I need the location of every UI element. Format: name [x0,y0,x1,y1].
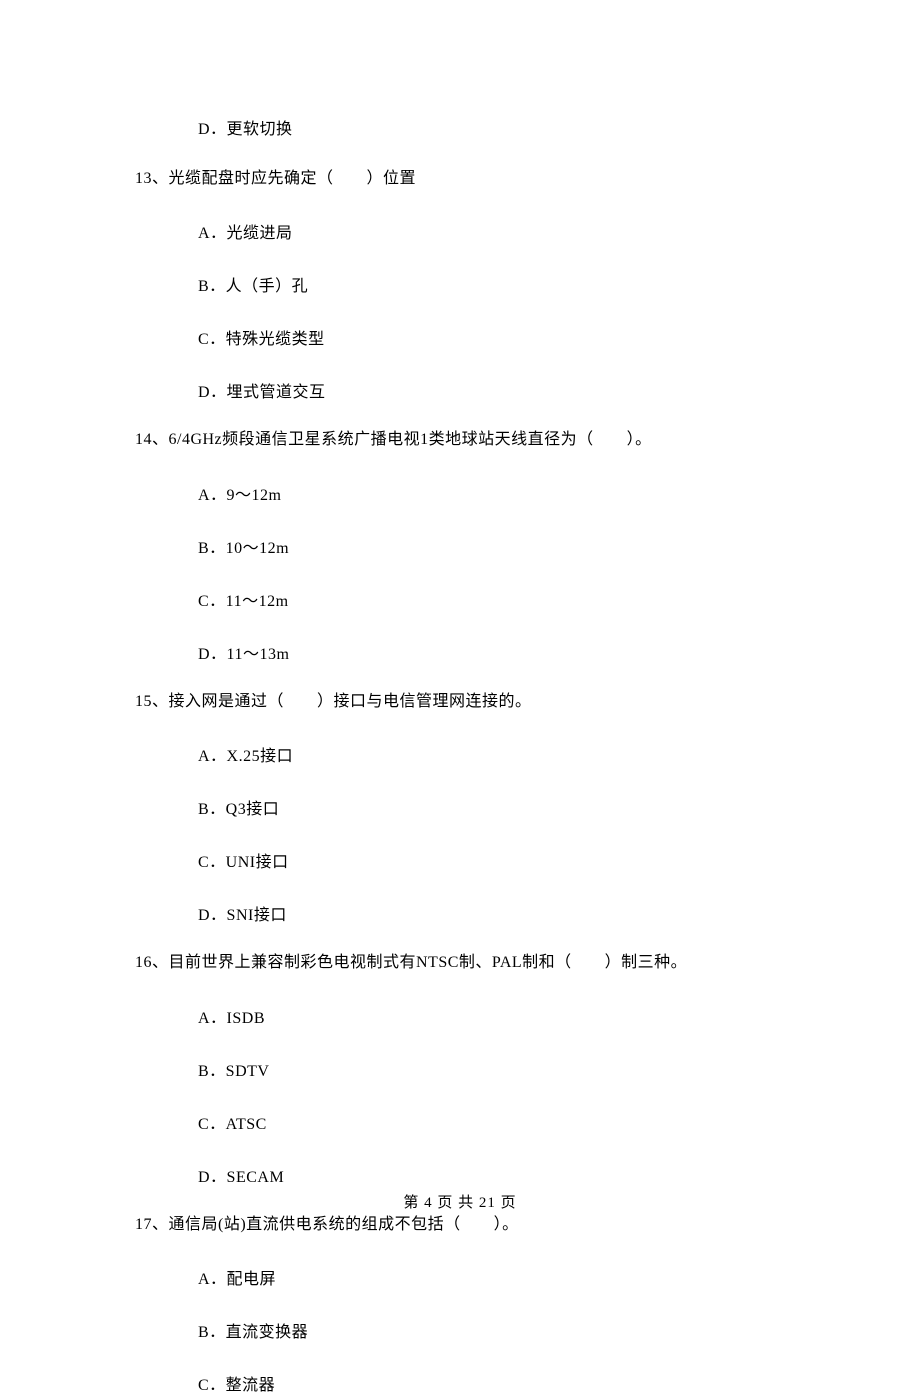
question-16: 16、目前世界上兼容制彩色电视制式有NTSC制、PAL制和（ ）制三种。 [135,952,800,974]
question-13: 13、光缆配盘时应先确定（ ）位置 [135,168,800,190]
question-17: 17、通信局(站)直流供电系统的组成不包括（ ）。 [135,1214,800,1236]
q13-option-b: B．人（手）孔 [198,272,800,296]
q13-option-a: A．光缆进局 [198,219,800,243]
question-14: 14、6/4GHz频段通信卫星系统广播电视1类地球站天线直径为（ ）。 [135,429,800,451]
page-footer: 第 4 页 共 21 页 [0,1191,920,1212]
q17-option-b: B．直流变换器 [198,1318,800,1342]
q14-option-d: D．11～13m [198,640,800,664]
q13-option-d: D．埋式管道交互 [198,378,800,402]
q17-option-c: C．整流器 [198,1371,800,1395]
q16-option-a: A．ISDB [198,1004,800,1028]
prev-question-option-d: D．更软切换 [198,115,800,139]
q15-option-b: B．Q3接口 [198,795,800,819]
q15-option-c: C．UNI接口 [198,848,800,872]
q16-option-c: C．ATSC [198,1110,800,1134]
q17-option-a: A．配电屏 [198,1265,800,1289]
q14-option-c: C．11～12m [198,587,800,611]
q14-option-a: A．9～12m [198,481,800,505]
q16-option-b: B．SDTV [198,1057,800,1081]
q15-option-a: A．X.25接口 [198,742,800,766]
question-15: 15、接入网是通过（ ）接口与电信管理网连接的。 [135,691,800,713]
q16-option-d: D．SECAM [198,1163,800,1187]
q13-option-c: C．特殊光缆类型 [198,325,800,349]
q15-option-d: D．SNI接口 [198,901,800,925]
q14-option-b: B．10～12m [198,534,800,558]
